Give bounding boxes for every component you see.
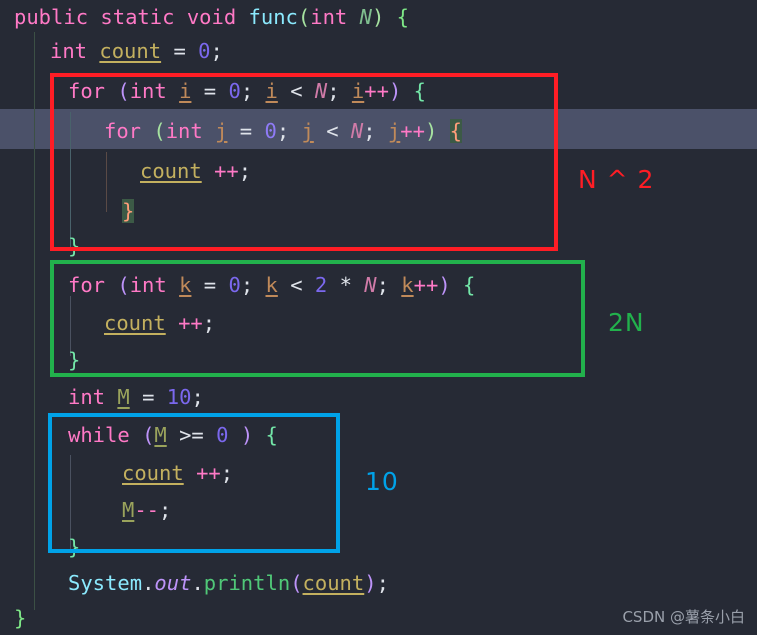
- code-line-6[interactable]: }: [122, 191, 135, 231]
- annotation-label-green: 2N: [608, 308, 645, 337]
- code-line-3[interactable]: for (int i = 0; i < N; i++) {: [68, 71, 426, 111]
- code-line-14[interactable]: M--;: [122, 490, 171, 530]
- code-line-13[interactable]: count ++;: [122, 453, 233, 493]
- watermark: CSDN @薯条小白: [622, 608, 745, 626]
- indent-guide-level-0: [34, 32, 35, 610]
- code-editor-screenshot: public static void func(int N) { int cou…: [0, 0, 757, 635]
- code-line-2[interactable]: int count = 0;: [50, 31, 223, 71]
- code-line-10[interactable]: }: [68, 340, 80, 380]
- code-line-7[interactable]: }: [68, 226, 80, 266]
- annotation-label-red: N ^ 2: [578, 165, 655, 194]
- code-line-5[interactable]: count ++;: [140, 151, 251, 191]
- code-line-12[interactable]: while (M >= 0 ) {: [68, 415, 278, 455]
- code-line-15[interactable]: }: [68, 527, 80, 567]
- code-line-4[interactable]: for (int j = 0; j < N; j++) {: [104, 111, 462, 151]
- code-line-16[interactable]: System.out.println(count);: [68, 563, 389, 603]
- code-line-11[interactable]: int M = 10;: [68, 377, 204, 417]
- code-line-17[interactable]: }: [14, 598, 26, 635]
- indent-guide-level-2-red: [106, 152, 107, 212]
- code-line-8[interactable]: for (int k = 0; k < 2 * N; k++) {: [68, 265, 475, 305]
- annotation-label-blue: 10: [365, 467, 399, 496]
- code-line-9[interactable]: count ++;: [104, 303, 215, 343]
